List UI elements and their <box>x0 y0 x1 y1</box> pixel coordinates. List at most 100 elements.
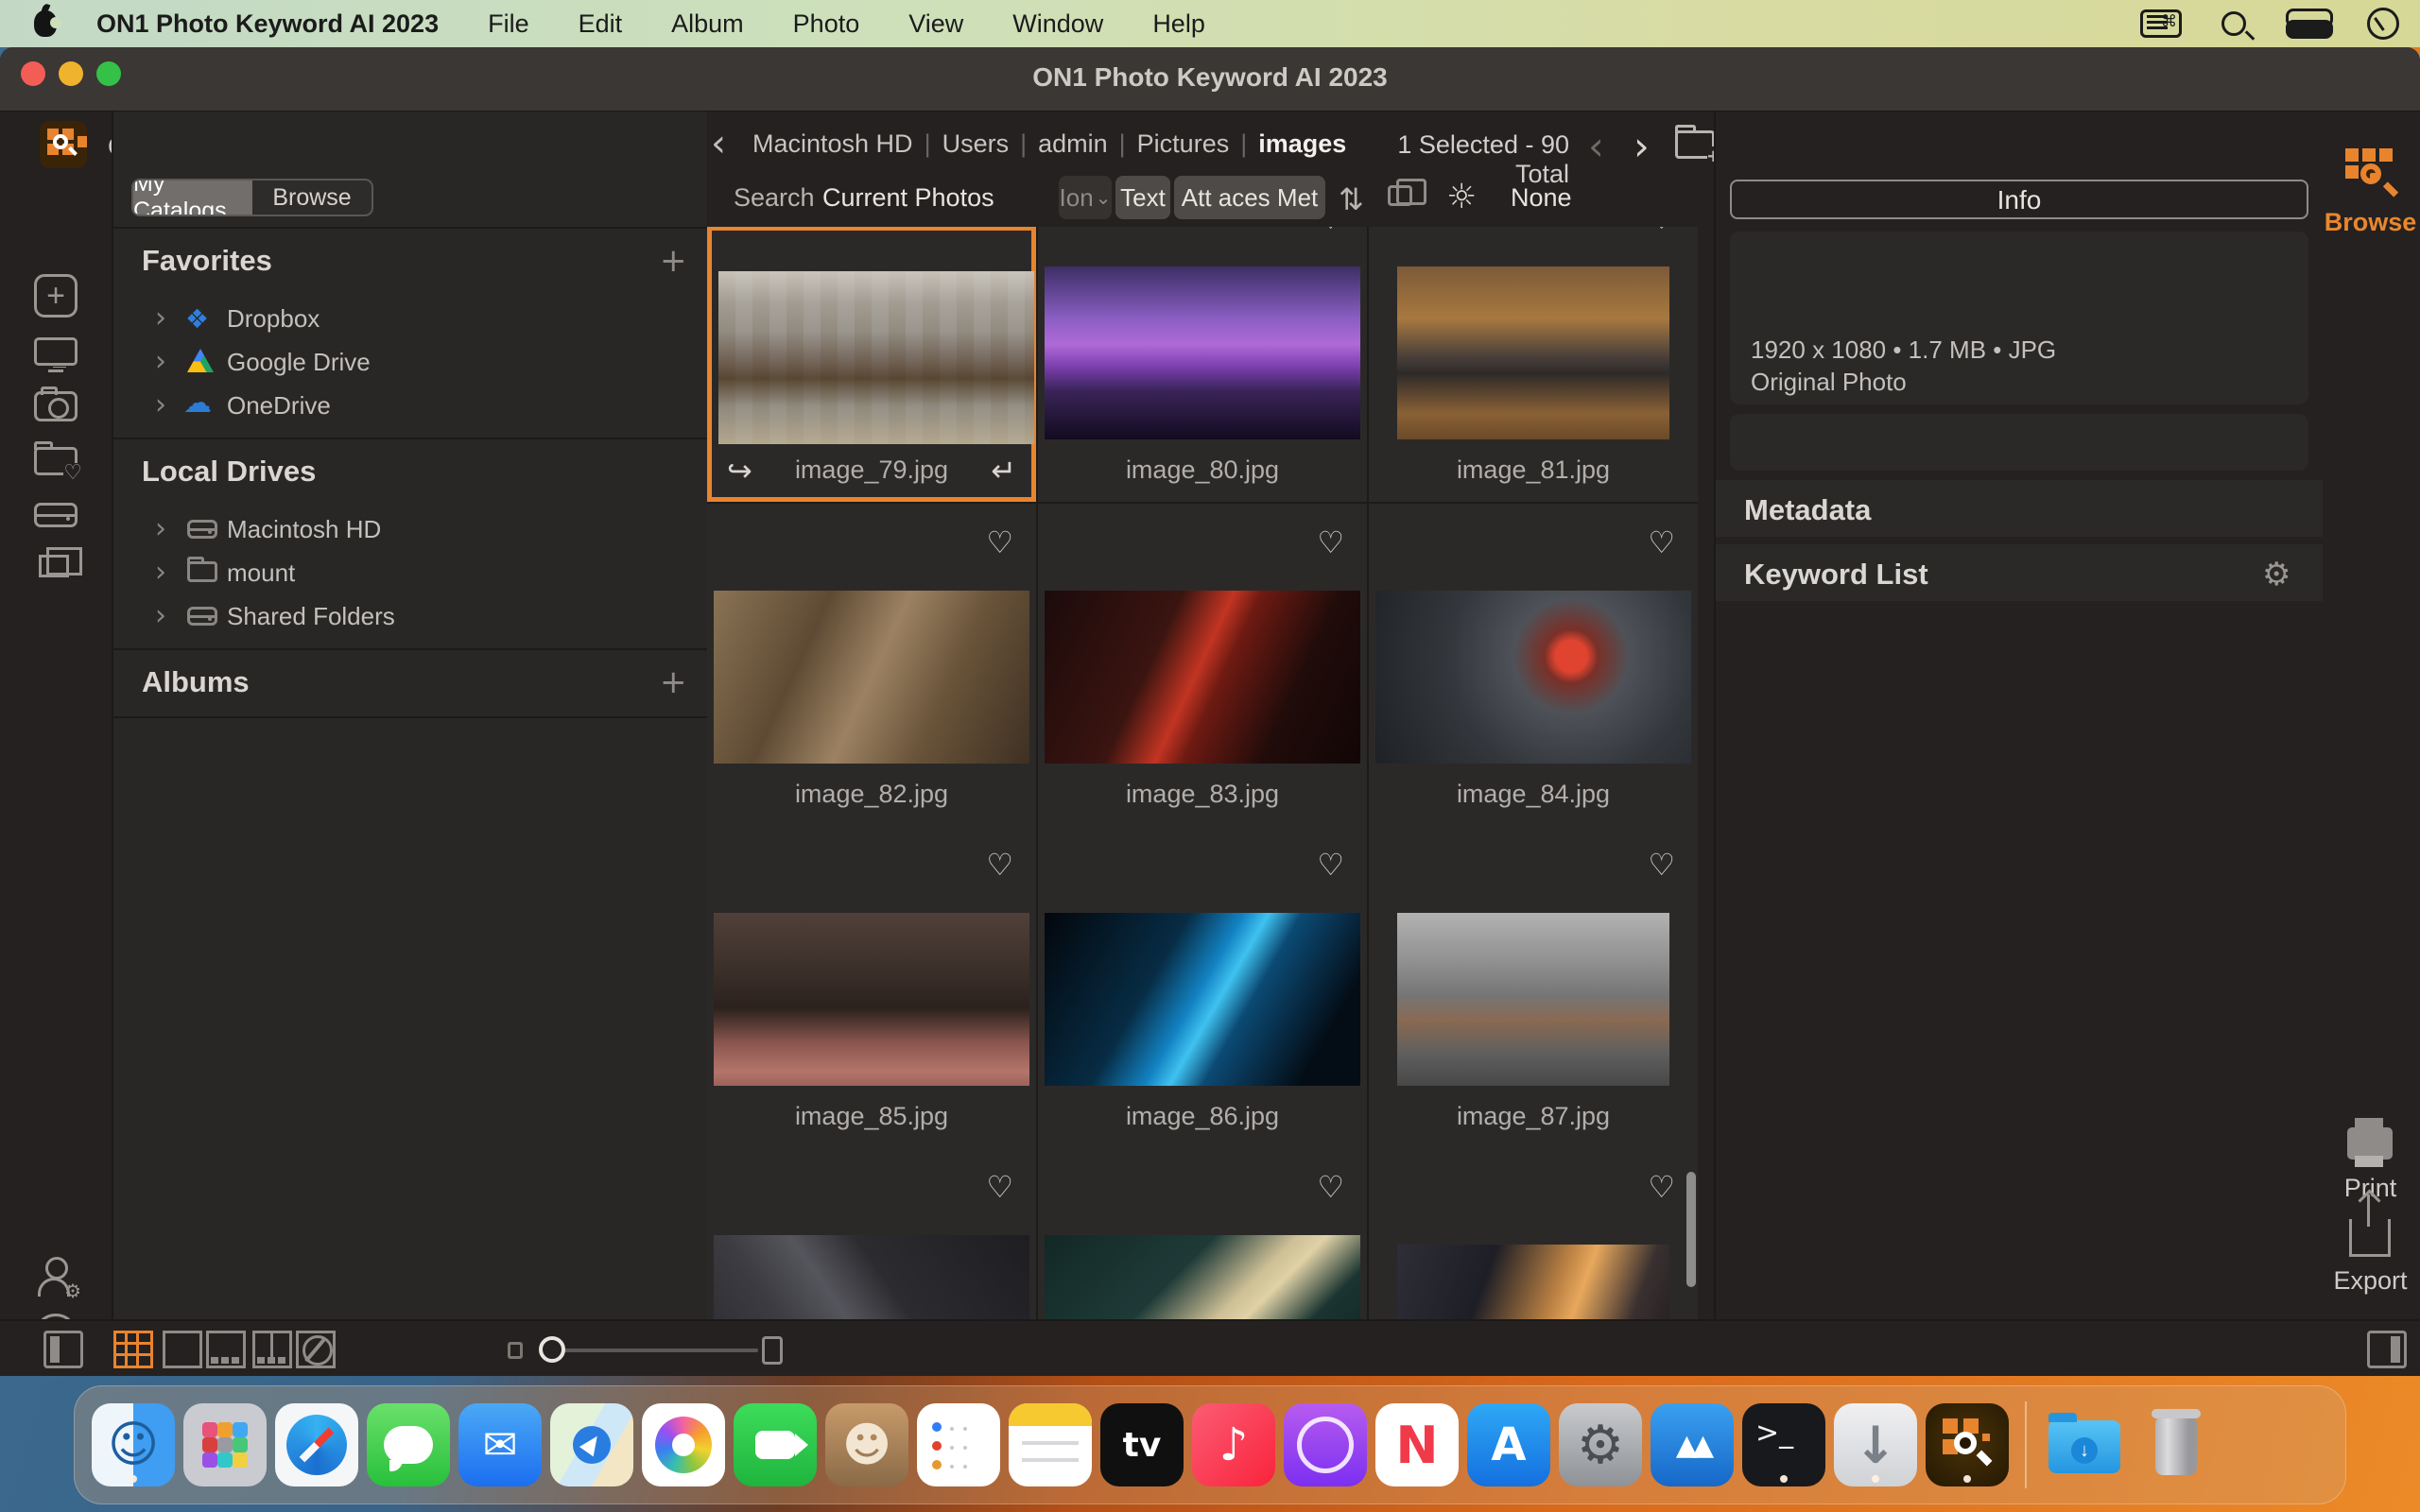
dock-maps-icon[interactable] <box>550 1403 633 1486</box>
photo-cell-image-81[interactable]: ♡ image_81.jpg <box>1369 227 1698 502</box>
dock-facetime-icon[interactable] <box>734 1403 817 1486</box>
menu-edit[interactable]: Edit <box>579 9 623 39</box>
dock-photos-icon[interactable] <box>642 1403 725 1486</box>
photo-cell-image-82[interactable]: ♡ image_82.jpg <box>707 504 1036 826</box>
toggle-right-panel-icon[interactable] <box>2367 1331 2407 1368</box>
stack-settings-icon[interactable] <box>1388 185 1412 206</box>
dock-on1-photo-keyword-ai-icon[interactable] <box>1926 1403 2009 1486</box>
compare-view-icon[interactable] <box>252 1331 292 1368</box>
dock-messages-icon[interactable] <box>367 1403 450 1486</box>
photo-cell[interactable]: ♡ <box>1038 1148 1367 1319</box>
breadcrumb-back-icon[interactable]: ‹ <box>711 125 726 163</box>
dock-system-settings-icon[interactable]: ⚙ <box>1559 1403 1642 1486</box>
menu-help[interactable]: Help <box>1152 9 1205 39</box>
spotlight-search-icon[interactable] <box>2221 11 2246 36</box>
dock-podcasts-icon[interactable] <box>1284 1403 1367 1486</box>
add-album-icon[interactable]: + <box>660 663 687 701</box>
favorite-heart-icon[interactable]: ♡ <box>1317 524 1344 560</box>
menu-view[interactable]: View <box>908 9 963 39</box>
filter-segment-attributes-metadata[interactable]: Att aces Met <box>1174 176 1325 219</box>
ai-keywords-bulb-icon[interactable]: ☼ <box>1446 178 1477 216</box>
favorite-heart-icon[interactable]: ♡ <box>1648 847 1675 883</box>
photo-thumbnail[interactable] <box>1397 1245 1669 1319</box>
sidebar-item-mount[interactable]: › mount <box>113 550 709 593</box>
photo-cell-image-86[interactable]: ♡ image_86.jpg <box>1038 826 1367 1148</box>
dock-launchpad-icon[interactable] <box>183 1403 267 1486</box>
version-arrow-icon[interactable]: ↪ <box>727 453 752 489</box>
computer-icon[interactable] <box>34 330 78 373</box>
dock-news-icon[interactable]: N <box>1375 1403 1459 1486</box>
dock-reminders-icon[interactable] <box>917 1403 1000 1486</box>
dock-peaks-app-icon[interactable]: ▲▲ <box>1651 1403 1734 1486</box>
menu-file[interactable]: File <box>488 9 529 39</box>
toggle-left-panel-icon[interactable] <box>43 1331 83 1368</box>
keyword-settings-gear-icon[interactable]: ⚙ <box>2262 556 2290 593</box>
photo-thumbnail[interactable] <box>1397 266 1669 439</box>
photo-thumbnail[interactable] <box>714 913 1029 1086</box>
local-drives-section-header[interactable]: Local Drives <box>142 455 316 489</box>
sidebar-item-dropbox[interactable]: › ❖ Dropbox <box>113 296 709 339</box>
dock-music-icon[interactable]: ♪ <box>1192 1403 1275 1486</box>
add-favorite-icon[interactable]: + <box>660 242 687 280</box>
dock-finder-icon[interactable]: ☺ <box>92 1403 175 1486</box>
photo-cell-image-79[interactable]: image_79.jpg ↪ ↵ <box>707 227 1036 502</box>
control-center-icon[interactable] <box>2286 9 2327 39</box>
photo-thumbnail[interactable] <box>1045 266 1360 439</box>
preset-dropdown[interactable]: None <box>1511 183 1572 213</box>
filter-segment-text[interactable]: Text <box>1115 176 1170 219</box>
export-label[interactable]: Export <box>2321 1266 2420 1296</box>
expand-chevron-icon[interactable]: › <box>155 512 166 545</box>
filmstrip-view-icon[interactable] <box>206 1331 246 1368</box>
sidebar-item-shared-folders[interactable]: › Shared Folders <box>113 593 709 637</box>
photo-cell-image-80[interactable]: ♡ image_80.jpg <box>1038 227 1367 502</box>
dock-downloads-folder-icon[interactable]: ↓ <box>2043 1403 2126 1486</box>
info-button[interactable]: Info <box>1730 180 2308 219</box>
dock-terminal-icon[interactable]: >_ <box>1742 1403 1825 1486</box>
thumbnail-size-slider[interactable] <box>556 1349 758 1352</box>
grid-view-icon[interactable] <box>113 1331 153 1368</box>
print-icon[interactable] <box>2347 1127 2393 1160</box>
search-scope-dropdown[interactable]: Current Photos <box>822 183 994 213</box>
return-arrow-icon[interactable]: ↵ <box>991 453 1016 489</box>
keyboard-input-icon[interactable] <box>2140 9 2182 38</box>
photo-cell[interactable]: ♡ <box>707 1148 1036 1319</box>
breadcrumb-admin[interactable]: admin <box>1038 129 1108 159</box>
export-icon[interactable] <box>2349 1219 2391 1257</box>
photo-cell-image-83[interactable]: ♡ image_83.jpg <box>1038 504 1367 826</box>
menubar-app-name[interactable]: ON1 Photo Keyword AI 2023 <box>96 9 439 39</box>
expand-chevron-icon[interactable]: › <box>155 599 166 632</box>
favorite-heart-icon[interactable]: ♡ <box>986 847 1013 883</box>
camera-icon[interactable] <box>34 386 78 429</box>
menu-window[interactable]: Window <box>1012 9 1103 39</box>
map-view-icon[interactable] <box>296 1331 336 1368</box>
favorite-heart-icon[interactable]: ♡ <box>1317 227 1344 236</box>
clock-icon[interactable] <box>2367 8 2399 40</box>
new-folder-icon[interactable] <box>1675 130 1715 159</box>
favorite-heart-icon[interactable]: ♡ <box>1648 227 1675 236</box>
dock-notes-icon[interactable] <box>1009 1403 1092 1486</box>
expand-chevron-icon[interactable]: › <box>155 345 166 378</box>
slider-knob[interactable] <box>539 1336 565 1363</box>
menu-photo[interactable]: Photo <box>793 9 860 39</box>
dock-disk-installer-icon[interactable]: ↓ <box>1834 1403 1917 1486</box>
metadata-section[interactable]: Metadata <box>1716 480 2323 537</box>
favorite-heart-icon[interactable]: ♡ <box>986 1169 1013 1205</box>
photo-thumbnail[interactable] <box>1375 591 1691 764</box>
breadcrumb-pictures[interactable]: Pictures <box>1137 129 1230 159</box>
dock-mail-icon[interactable]: ✉ <box>458 1403 542 1486</box>
add-catalog-icon[interactable]: + <box>34 274 78 318</box>
account-icon[interactable] <box>34 1257 78 1300</box>
photo-thumbnail[interactable] <box>714 1235 1029 1319</box>
expand-chevron-icon[interactable]: › <box>155 301 166 335</box>
photo-thumbnail[interactable] <box>714 591 1029 764</box>
photo-cell[interactable]: ♡ <box>1369 1148 1698 1319</box>
dock-contacts-icon[interactable]: ☻ <box>825 1403 908 1486</box>
tab-my-catalogs[interactable]: My Catalogs <box>133 180 252 215</box>
tab-browse[interactable]: Browse <box>252 180 372 215</box>
photo-cell-image-87[interactable]: ♡ image_87.jpg <box>1369 826 1698 1148</box>
photo-thumbnail[interactable] <box>718 271 1034 444</box>
browse-module-label[interactable]: Browse <box>2321 208 2420 237</box>
albums-stack-icon[interactable] <box>34 547 78 591</box>
browse-module-icon[interactable] <box>2345 148 2396 199</box>
filter-segment-1[interactable]: Ion <box>1059 176 1112 219</box>
